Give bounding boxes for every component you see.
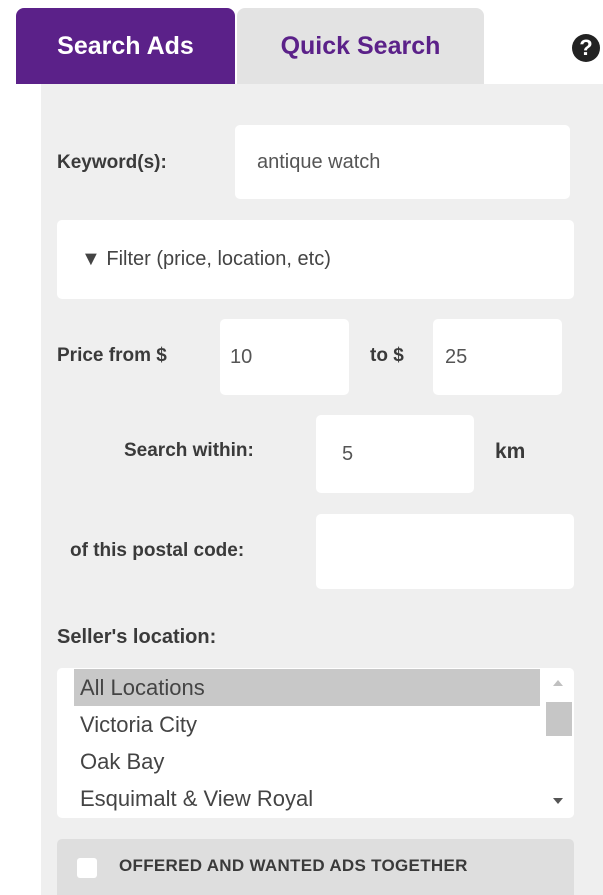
tab-bar: Search Ads Quick Search ? bbox=[0, 0, 603, 84]
distance-unit: km bbox=[495, 440, 526, 463]
distance-input[interactable]: 5 bbox=[316, 415, 474, 493]
location-option-esquimalt[interactable]: Esquimalt & View Royal bbox=[74, 780, 313, 817]
tab-search-ads[interactable]: Search Ads bbox=[16, 8, 235, 84]
scroll-up-arrow-icon[interactable] bbox=[553, 680, 563, 686]
offered-wanted-label[interactable]: OFFERED AND WANTED ADS TOGETHER bbox=[119, 856, 468, 876]
scrollbar-thumb[interactable] bbox=[546, 702, 572, 736]
scroll-down-arrow-icon[interactable] bbox=[553, 798, 563, 804]
location-option-victoria-city[interactable]: Victoria City bbox=[74, 706, 197, 743]
search-within-label: Search within: bbox=[124, 440, 254, 461]
help-icon[interactable]: ? bbox=[572, 34, 600, 62]
offered-wanted-checkbox[interactable] bbox=[77, 858, 97, 878]
keyword-label: Keyword(s): bbox=[57, 152, 167, 173]
price-to-label: to $ bbox=[370, 345, 404, 366]
seller-location-label: Seller's location: bbox=[57, 626, 217, 648]
location-option-oak-bay[interactable]: Oak Bay bbox=[74, 743, 164, 780]
listbox-scrollbar[interactable] bbox=[542, 668, 574, 818]
keyword-input[interactable]: antique watch bbox=[235, 125, 570, 199]
location-option-all[interactable]: All Locations bbox=[74, 669, 540, 706]
filter-toggle[interactable]: ▼ Filter (price, location, etc) bbox=[57, 220, 574, 299]
tab-quick-search[interactable]: Quick Search bbox=[237, 8, 484, 84]
price-from-label: Price from $ bbox=[57, 345, 167, 366]
postal-code-label: of this postal code: bbox=[70, 540, 245, 561]
seller-location-listbox[interactable]: All Locations Victoria City Oak Bay Esqu… bbox=[57, 668, 574, 818]
offered-wanted-row: OFFERED AND WANTED ADS TOGETHER bbox=[57, 839, 574, 895]
price-from-input[interactable]: 10 bbox=[220, 319, 349, 395]
price-to-input[interactable]: 25 bbox=[433, 319, 562, 395]
postal-code-input[interactable] bbox=[316, 514, 574, 589]
